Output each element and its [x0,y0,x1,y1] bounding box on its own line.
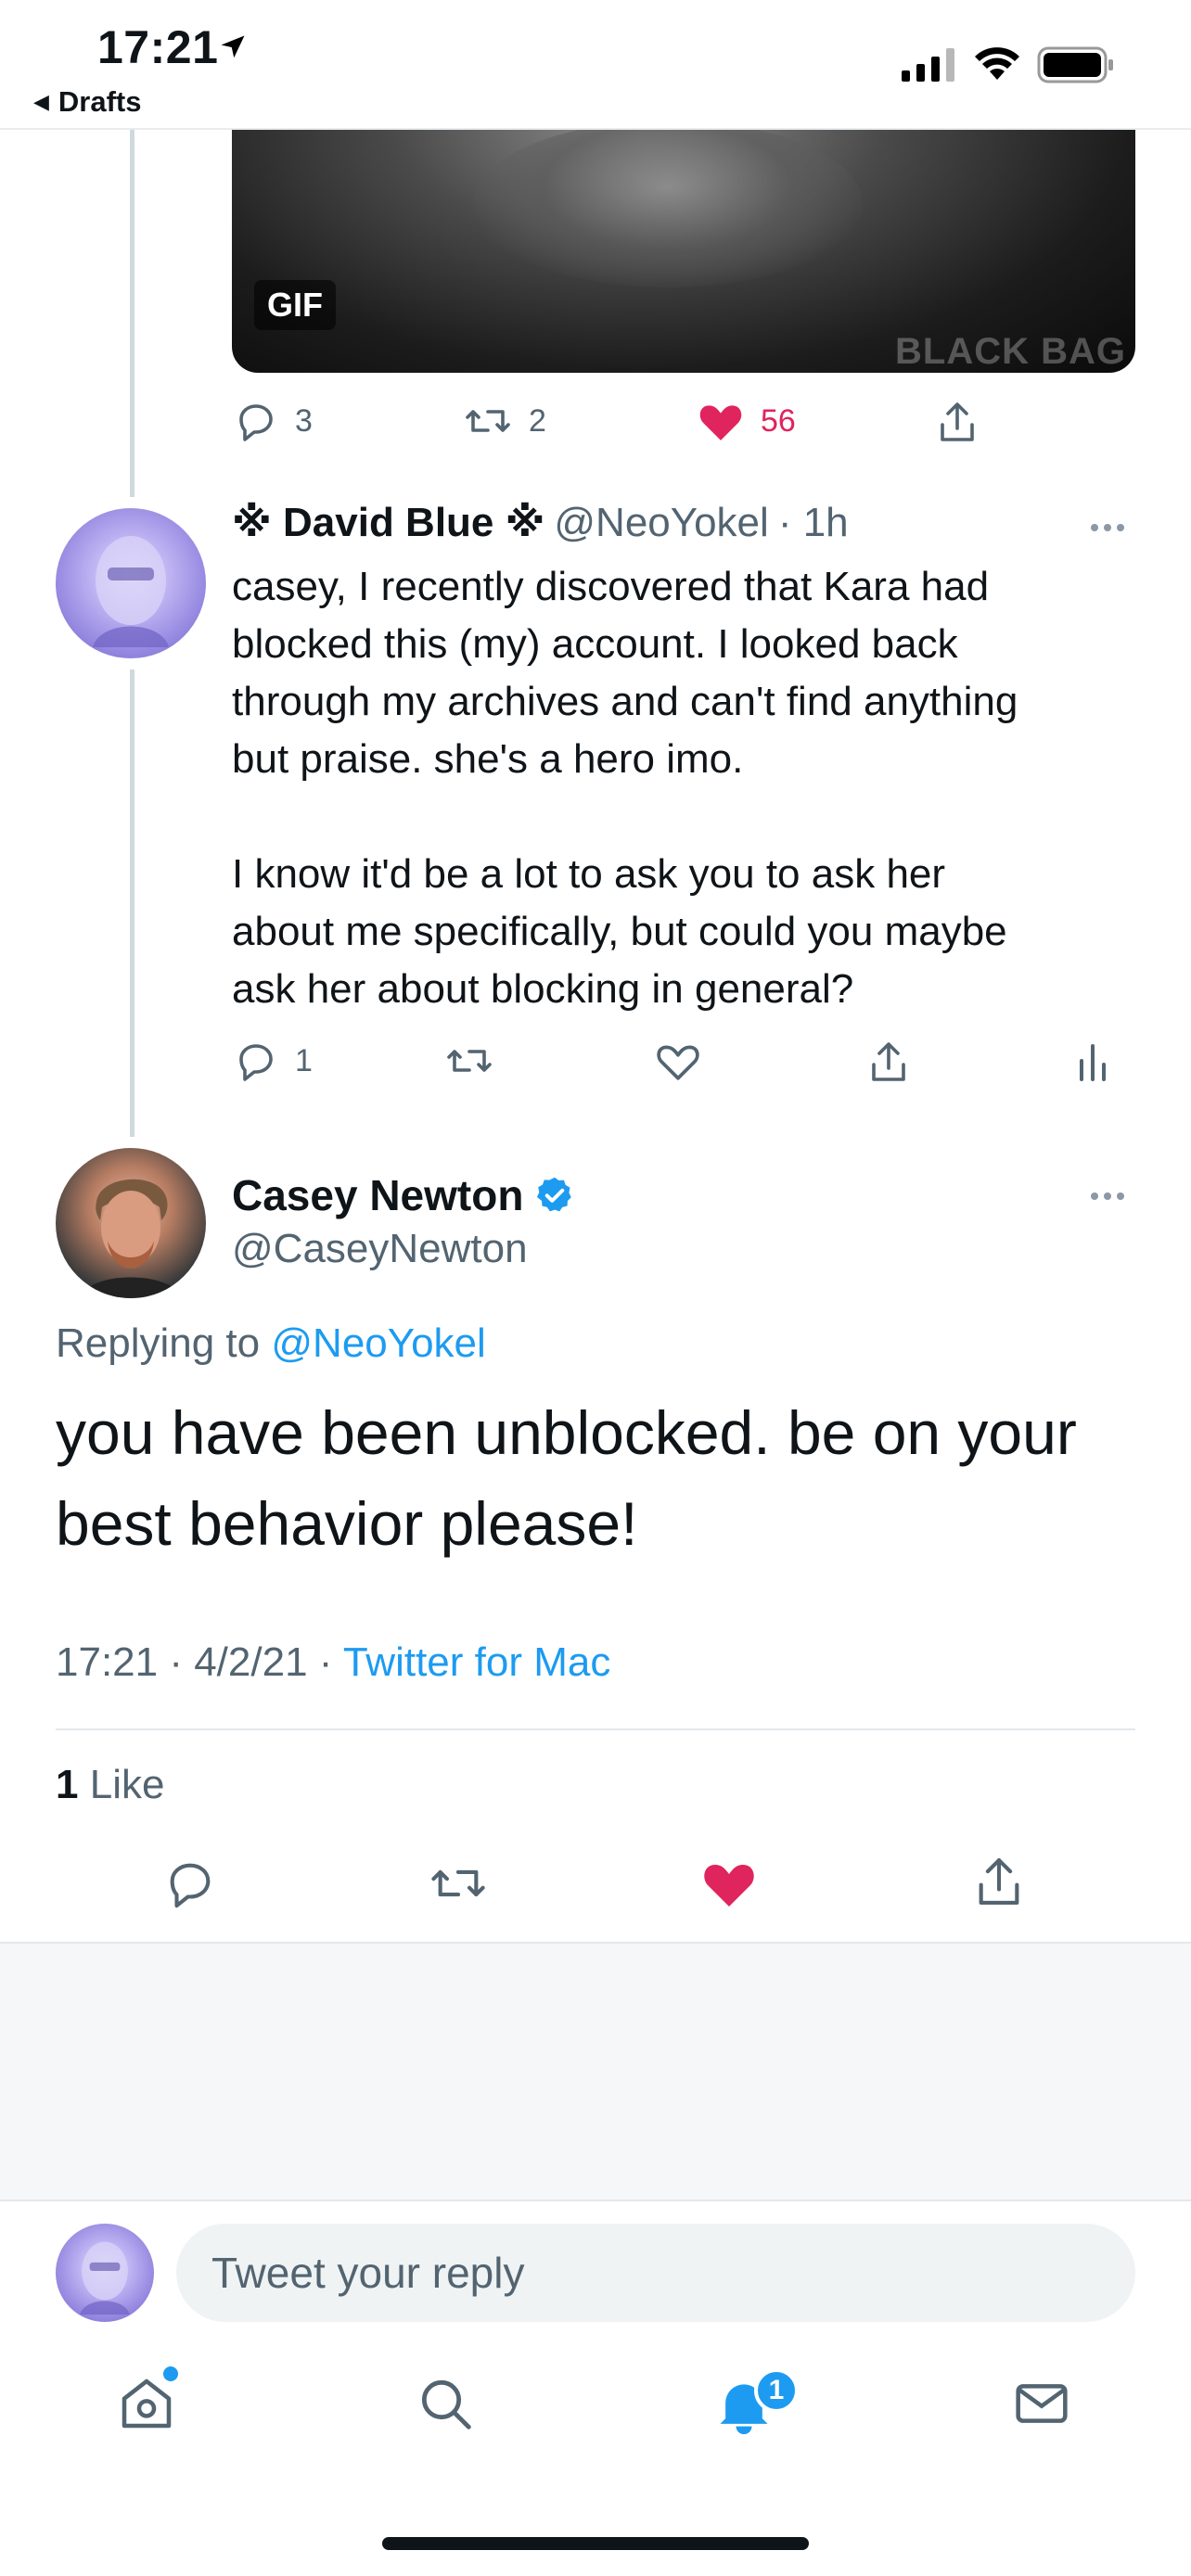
replying-mention-link[interactable]: @NeoYokel [271,1320,485,1366]
verified-icon [537,1177,572,1212]
author-name[interactable]: ※ David Blue ※ [232,499,544,546]
retweet-button[interactable] [445,1039,493,1083]
analytics-button[interactable] [1076,1039,1109,1083]
battery-icon [1037,46,1113,83]
reply-tweet-text: casey, I recently discovered that Kara h… [232,564,1018,1012]
thread-line-top [130,130,134,497]
analytics-icon [1080,1044,1106,1081]
share-icon [979,1857,1019,1906]
status-bar: 17:21 ◀ Drafts [0,0,1191,130]
home-icon[interactable] [117,2374,176,2433]
search-icon[interactable] [416,2374,475,2433]
notifications-badge: 1 [754,2368,799,2413]
share-button[interactable] [866,1039,911,1085]
share-button[interactable] [972,1853,1026,1910]
retweet-button[interactable]: 2 [464,399,546,443]
replying-prefix: Replying to [56,1320,261,1366]
composer-avatar [56,2224,154,2322]
gif-watermark: BLACK BAG [895,331,1126,372]
share-icon [941,402,974,441]
likes-summary[interactable]: 1 Like [56,1762,164,1808]
retweet-count: 2 [529,402,546,439]
more-icon[interactable] [1091,524,1124,531]
like-total: 1 [56,1762,79,1807]
heart-icon [657,1045,699,1080]
home-indicator[interactable] [382,2537,809,2550]
mail-icon[interactable] [1011,2374,1072,2433]
heart-icon [704,1865,754,1906]
retweet-button[interactable] [429,1856,488,1910]
retweet-icon [466,410,510,432]
thread-line-reply [130,670,134,1137]
avatar-image [93,536,169,647]
tab-bar [0,2355,1191,2476]
location-arrow-icon [221,35,245,58]
back-to-drafts-link[interactable]: ◀ Drafts [33,85,142,119]
status-time: 17:21 [97,21,219,73]
tweet-timestamp: 17:21 · 4/2/21 · [56,1639,333,1685]
divider [56,1728,1135,1730]
reply-icon [239,404,273,441]
main-author-line: Casey Newton [232,1170,575,1220]
share-icon [872,1042,905,1081]
reply-icon [170,1863,211,1908]
reply-composer[interactable] [176,2224,1135,2322]
reply-button[interactable]: 1 [234,1039,313,1083]
gif-badge: GIF [254,280,336,330]
gif-image-content [473,121,863,287]
share-button[interactable] [935,399,980,445]
like-button[interactable] [701,1856,757,1910]
gif-media[interactable]: GIF BLACK BAG [232,93,1135,373]
reply-count: 1 [295,1042,313,1078]
like-button[interactable] [655,1039,701,1083]
home-unread-dot [163,2366,178,2381]
signal-icon [902,48,954,82]
avatar-image [80,2241,130,2315]
back-caret-icon: ◀ [33,90,49,113]
avatar-image [80,1179,182,1298]
empty-replies-area [0,1942,1191,2201]
reply-button[interactable] [163,1856,217,1910]
avatar[interactable] [56,508,206,658]
avatar[interactable] [56,1148,206,1298]
tweet-time: · 1h [777,499,849,545]
tweet-meta: 17:21 · 4/2/21 · Twitter for Mac [56,1639,610,1686]
main-tweet-text: you have been unblocked. be on your best… [56,1398,1077,1558]
tweet-source-link[interactable]: Twitter for Mac [343,1639,611,1685]
like-count: 56 [761,402,796,439]
author-handle[interactable]: @CaseyNewton [232,1226,528,1272]
heart-icon [699,405,742,440]
reply-input[interactable] [176,2224,1135,2322]
like-label: Like [89,1762,165,1807]
retweet-icon [431,1869,485,1897]
back-label: Drafts [58,85,142,118]
reply-icon [239,1044,273,1081]
replying-to: Replying to @NeoYokel [56,1320,486,1367]
wifi-icon [975,47,1019,80]
reply-count: 3 [295,402,313,439]
reply-button[interactable]: 3 [234,399,313,443]
reply-author-line: ※ David Blue ※ @NeoYokel · 1h [232,499,849,546]
author-handle[interactable]: @NeoYokel [554,500,768,546]
author-name[interactable]: Casey Newton [232,1170,523,1220]
more-icon[interactable] [1091,1192,1124,1200]
retweet-icon [447,1050,492,1072]
like-button[interactable]: 56 [698,399,796,443]
